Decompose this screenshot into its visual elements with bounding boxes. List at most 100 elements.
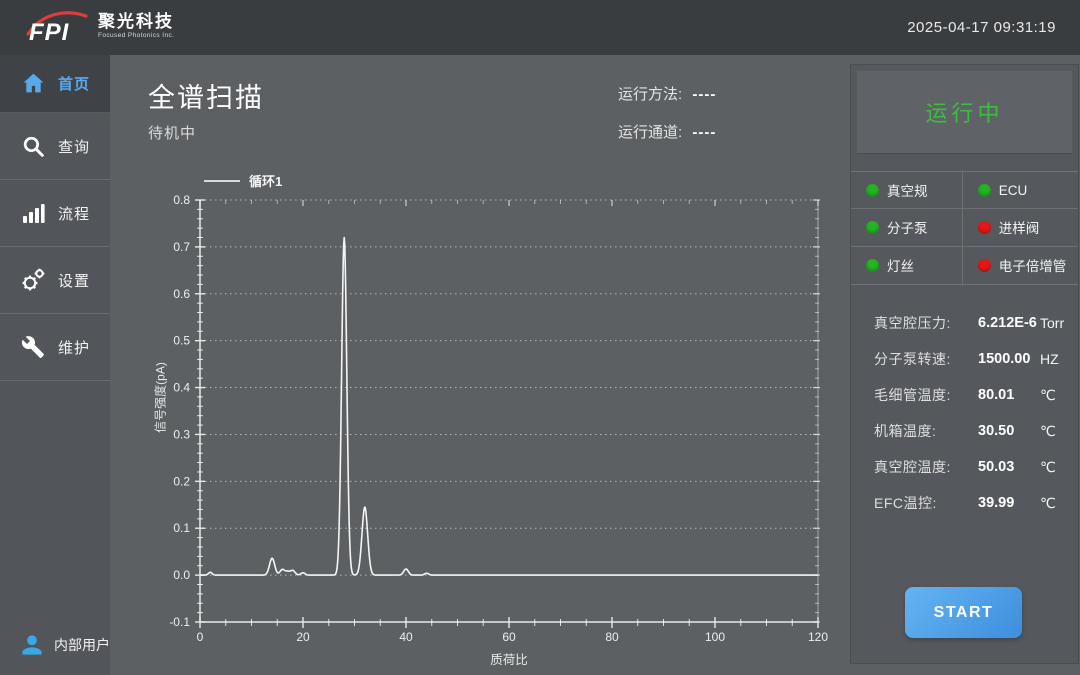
run-info: 运行方法: ---- 运行通道: ---- (618, 83, 716, 159)
wrench-icon (20, 334, 46, 360)
svg-text:0.2: 0.2 (173, 474, 190, 488)
device-status-ecu: ECU (962, 172, 1078, 209)
app-window: FPI 聚光科技 Focused Photonics Inc. 2025-04-… (0, 0, 1080, 675)
svg-text:0.5: 0.5 (173, 334, 190, 348)
company-logo: FPI 聚光科技 Focused Photonics Inc. (26, 7, 174, 47)
sidebar-item-label: 维护 (58, 337, 90, 358)
x-axis-title: 质荷比 (200, 649, 818, 668)
device-label: 进样阀 (999, 217, 1040, 237)
svg-text:0.1: 0.1 (173, 521, 190, 535)
reading-label: 毛细管温度: (874, 385, 978, 405)
reading-label: 分子泵转速: (874, 349, 978, 369)
brand-name: 聚光科技 (98, 13, 174, 31)
sidebar-nav: 首页 查询 流程 (0, 55, 110, 675)
flow-icon (20, 200, 46, 226)
device-label: 真空规 (887, 180, 928, 200)
sidebar-item-label: 查询 (58, 136, 90, 157)
device-status-vacuum-gauge: 真空规 (851, 172, 962, 209)
reading-label: 真空腔温度: (874, 457, 978, 477)
svg-text:0.4: 0.4 (173, 381, 190, 395)
svg-text:120: 120 (808, 630, 828, 644)
search-icon (20, 133, 46, 159)
standby-status-label: 待机中 (148, 122, 196, 143)
run-channel-value: ---- (692, 124, 716, 141)
reading-unit: ℃ (1040, 459, 1056, 476)
sidebar-item-maintenance[interactable]: 维护 (0, 314, 110, 381)
svg-text:0.7: 0.7 (173, 240, 190, 254)
sidebar-item-home[interactable]: 首页 (0, 55, 110, 113)
svg-text:0.3: 0.3 (173, 427, 190, 441)
device-status-electron-multiplier: 电子倍增管 (962, 247, 1078, 284)
spectrum-chart: 循环1 信号强度(pA) -0.10.00.10.20.30.40.50.60.… (140, 163, 840, 675)
user-account[interactable]: 内部用户 (0, 631, 110, 659)
device-label: 电子倍增管 (999, 255, 1067, 275)
svg-text:0: 0 (197, 630, 204, 644)
reading-vacuum-chamber-temp: 真空腔温度: 50.03 ℃ (851, 449, 1078, 485)
svg-text:0.0: 0.0 (173, 568, 190, 582)
start-button[interactable]: START (905, 587, 1022, 638)
sidebar-item-label: 设置 (58, 270, 90, 291)
reading-vacuum-pressure: 真空腔压力: 6.212E-6 Torr (851, 305, 1078, 341)
status-dot (866, 221, 879, 234)
reading-value: 6.212E-6 (978, 315, 1040, 331)
reading-value: 30.50 (978, 423, 1040, 439)
top-bar: FPI 聚光科技 Focused Photonics Inc. 2025-04-… (0, 0, 1080, 55)
reading-label: EFC温控: (874, 493, 978, 513)
reading-label: 机箱温度: (874, 421, 978, 441)
reading-unit: ℃ (1040, 495, 1056, 512)
run-channel-label: 运行通道: (618, 124, 682, 141)
status-dot (978, 184, 991, 197)
legend-series-label: 循环1 (249, 171, 282, 190)
reading-efc-temp: EFC温控: 39.99 ℃ (851, 485, 1078, 521)
svg-text:0.8: 0.8 (173, 193, 190, 207)
svg-text:60: 60 (502, 630, 516, 644)
sidebar-item-query[interactable]: 查询 (0, 113, 110, 180)
reading-unit: HZ (1040, 351, 1059, 367)
svg-text:0.6: 0.6 (173, 287, 190, 301)
reading-chassis-temp: 机箱温度: 30.50 ℃ (851, 413, 1078, 449)
device-label: 分子泵 (887, 217, 928, 237)
device-label: ECU (999, 183, 1028, 198)
settings-icon (20, 267, 46, 293)
spectrum-plot: -0.10.00.10.20.30.40.50.60.70.8020406080… (140, 163, 840, 675)
reading-value: 39.99 (978, 495, 1040, 511)
home-icon (20, 71, 46, 97)
device-status-inlet-valve: 进样阀 (962, 209, 1078, 246)
sidebar-item-label: 首页 (58, 73, 90, 94)
svg-text:100: 100 (705, 630, 725, 644)
status-panel: 运行中 真空规 ECU 分子泵 进样阀 灯丝 (851, 65, 1078, 663)
sidebar-item-settings[interactable]: 设置 (0, 247, 110, 314)
status-dot (978, 259, 991, 272)
fpi-logo-icon: FPI (26, 7, 88, 47)
device-label: 灯丝 (887, 255, 914, 275)
reading-label: 真空腔压力: (874, 313, 978, 333)
sidebar-item-label: 流程 (58, 203, 90, 224)
brand-text: 聚光科技 Focused Photonics Inc. (98, 13, 174, 39)
svg-text:80: 80 (605, 630, 619, 644)
reading-capillary-temp: 毛细管温度: 80.01 ℃ (851, 377, 1078, 413)
chart-legend: 循环1 (204, 171, 282, 190)
run-state-text: 运行中 (925, 96, 1003, 128)
status-dot (866, 184, 879, 197)
svg-text:20: 20 (296, 630, 310, 644)
reading-value: 1500.00 (978, 351, 1040, 367)
datetime-display: 2025-04-17 09:31:19 (907, 0, 1056, 55)
run-state-box: 运行中 (857, 71, 1072, 154)
reading-unit: ℃ (1040, 387, 1056, 404)
svg-text:FPI: FPI (29, 19, 70, 46)
legend-line-sample (204, 180, 240, 182)
user-icon (18, 631, 46, 659)
device-status-grid: 真空规 ECU 分子泵 进样阀 灯丝 电子倍增管 (851, 171, 1078, 285)
status-dot (866, 259, 879, 272)
status-dot (978, 221, 991, 234)
reading-unit: Torr (1040, 315, 1064, 331)
run-method-label: 运行方法: (618, 86, 682, 103)
sidebar-item-flow[interactable]: 流程 (0, 180, 110, 247)
page-title: 全谱扫描 (148, 76, 264, 115)
device-status-filament: 灯丝 (851, 247, 962, 284)
device-status-molecular-pump: 分子泵 (851, 209, 962, 246)
reading-value: 80.01 (978, 387, 1040, 403)
svg-text:-0.1: -0.1 (169, 615, 190, 629)
reading-value: 50.03 (978, 459, 1040, 475)
y-axis-title: 信号强度(pA) (152, 338, 169, 458)
